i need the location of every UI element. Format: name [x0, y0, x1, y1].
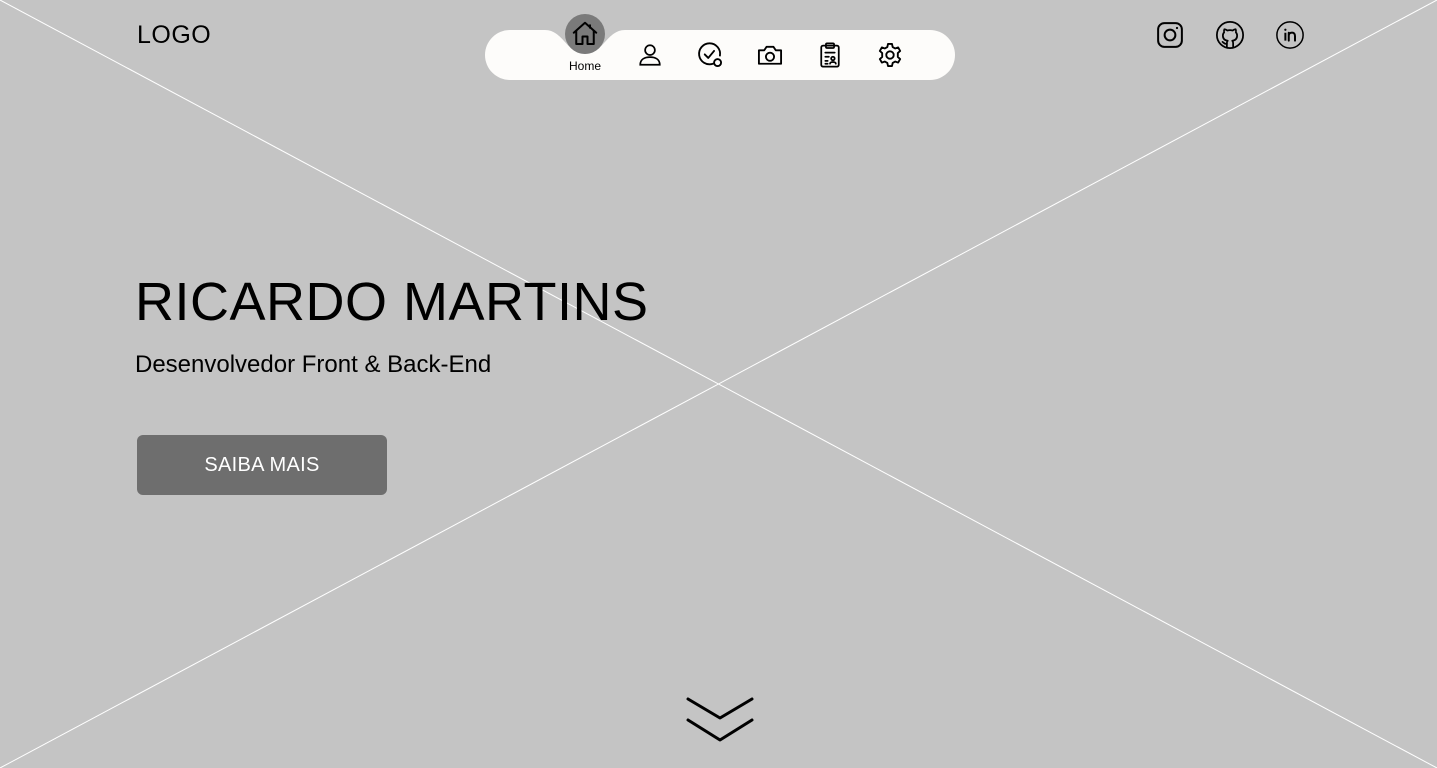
camera-icon: [757, 45, 783, 65]
linkedin-icon: [1276, 21, 1304, 49]
instagram-icon: [1157, 22, 1183, 48]
gear-icon: [878, 42, 902, 68]
user-icon: [639, 44, 661, 66]
nav-item-skills[interactable]: [690, 35, 730, 75]
chevron-double-down-icon: [686, 697, 754, 742]
github-link[interactable]: [1214, 19, 1246, 51]
image-placeholder: [0, 0, 1437, 768]
nav-item-gallery[interactable]: [750, 35, 790, 75]
hero-subtitle: Desenvolvedor Front & Back-End: [135, 351, 492, 378]
home-icon: [572, 21, 598, 45]
nav-item-profile[interactable]: [630, 35, 670, 75]
hero-title: RICARDO MARTINS: [135, 272, 649, 332]
clipboard-icon: [820, 42, 840, 68]
nav-item-home-label: Home: [568, 59, 601, 73]
linkedin-link[interactable]: [1274, 19, 1306, 51]
saiba-mais-button[interactable]: SAIBA MAIS: [137, 435, 387, 495]
check-badge-icon: [698, 42, 723, 68]
instagram-link[interactable]: [1154, 19, 1186, 51]
nav-item-resume[interactable]: [810, 35, 850, 75]
scroll-down-button[interactable]: [686, 696, 754, 744]
logo[interactable]: LOGO: [137, 20, 211, 50]
nav-item-settings[interactable]: [870, 35, 910, 75]
nav-item-home[interactable]: [565, 14, 605, 54]
github-icon: [1216, 21, 1244, 49]
